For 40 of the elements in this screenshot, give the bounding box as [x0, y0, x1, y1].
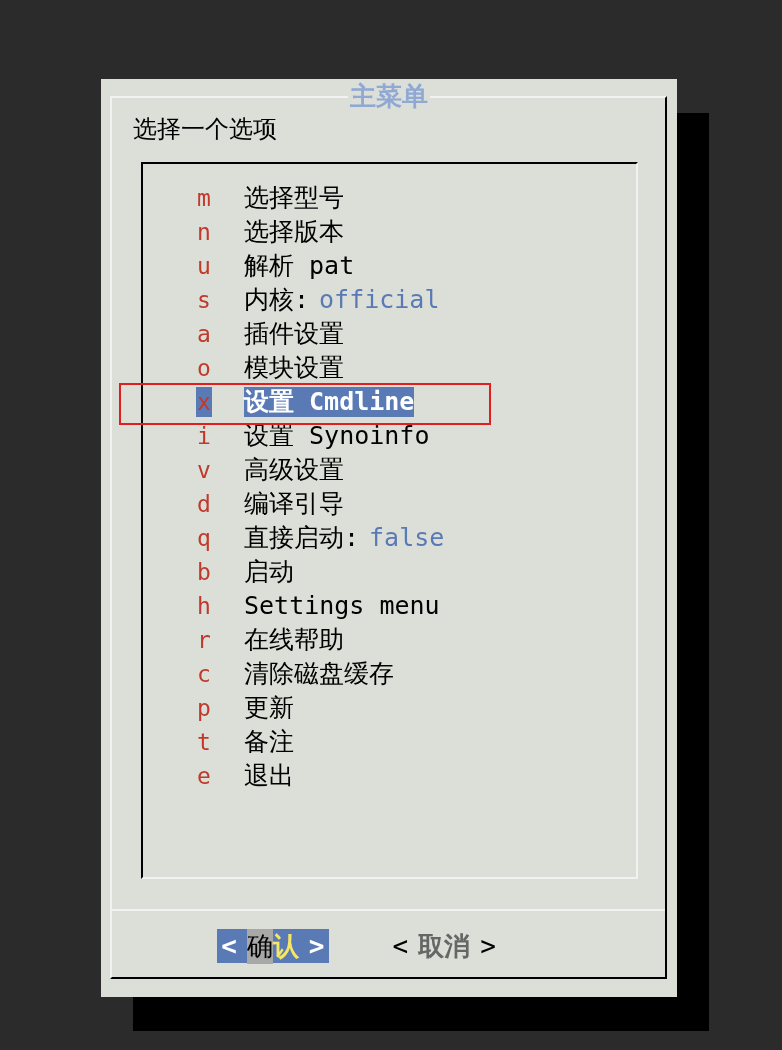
menu-item-value: false — [369, 523, 445, 553]
menu-hotkey[interactable]: i — [196, 421, 212, 451]
menu-hotkey[interactable]: o — [196, 353, 212, 383]
menu-item[interactable]: 启动 — [244, 557, 294, 587]
menu-item[interactable]: 退出 — [244, 761, 294, 791]
dialog-button[interactable]: < 确认 > — [217, 929, 329, 963]
menu-hotkey[interactable]: c — [196, 659, 212, 689]
menu-hotkey[interactable]: q — [196, 523, 212, 553]
menu-item[interactable]: 备注 — [244, 727, 294, 757]
menu-hotkey[interactable]: v — [196, 455, 212, 485]
menu-item[interactable]: 选择版本 — [244, 217, 344, 247]
menu-item[interactable]: Settings menu — [244, 591, 440, 621]
menu-hotkey[interactable]: u — [196, 251, 212, 281]
menu-hotkey[interactable]: n — [196, 217, 212, 247]
menu-item[interactable]: 内核: — [244, 285, 310, 315]
menu-item[interactable]: 插件设置 — [244, 319, 344, 349]
menu-item[interactable]: 直接启动: — [244, 523, 360, 553]
menu-hotkey[interactable]: t — [196, 727, 212, 757]
menu-hotkey[interactable]: d — [196, 489, 212, 519]
menu-item[interactable]: 解析 pat — [244, 251, 355, 281]
menu-hotkey[interactable]: e — [196, 761, 212, 791]
menu-item[interactable]: 在线帮助 — [244, 625, 344, 655]
menu-item[interactable]: 清除磁盘缓存 — [244, 659, 394, 689]
menu-item[interactable]: 更新 — [244, 693, 294, 723]
menu-hotkey[interactable]: a — [196, 319, 212, 349]
menu-hotkey[interactable]: s — [196, 285, 212, 315]
menu-hotkey[interactable]: h — [196, 591, 212, 621]
menu-hotkey[interactable]: r — [196, 625, 212, 655]
menu-item[interactable]: 选择型号 — [244, 183, 344, 213]
dialog-button[interactable]: < 取消 > — [388, 929, 500, 963]
dialog-prompt: 选择一个选项 — [133, 114, 278, 144]
menu-item[interactable]: 高级设置 — [244, 455, 344, 485]
menu-hotkey[interactable]: p — [196, 693, 212, 723]
menu-item[interactable]: 模块设置 — [244, 353, 344, 383]
menu-hotkey[interactable]: b — [196, 557, 212, 587]
menu-item[interactable]: 设置 Cmdline — [244, 387, 415, 417]
dialog-title: 主菜单 — [347, 82, 430, 110]
menu-hotkey[interactable]: m — [196, 183, 212, 213]
menu-item[interactable]: 编译引导 — [244, 489, 344, 519]
menu-item-value: official — [319, 285, 440, 315]
